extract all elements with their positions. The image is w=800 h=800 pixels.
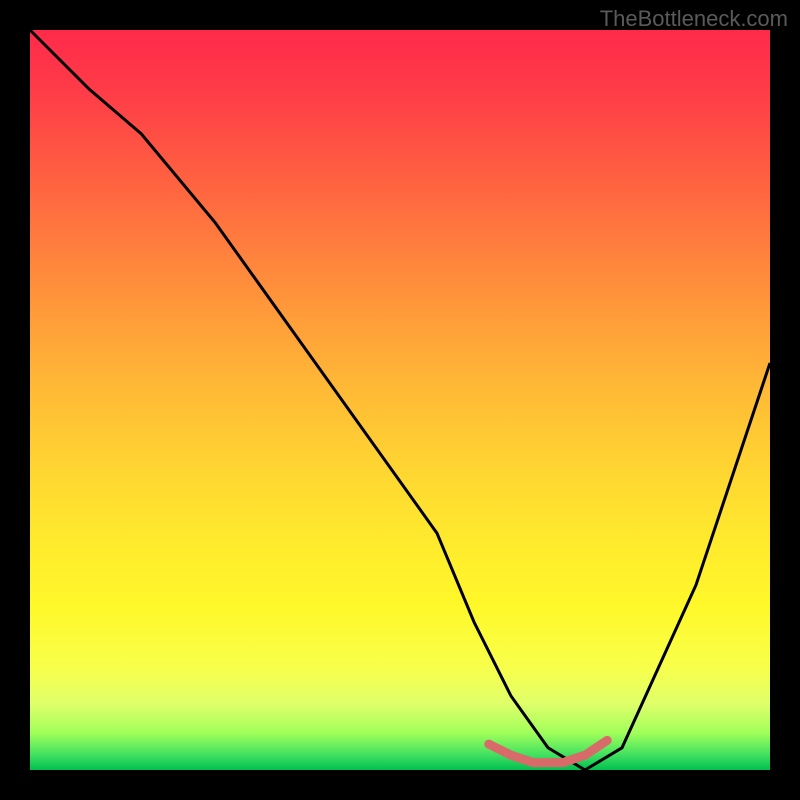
watermark-text: TheBottleneck.com: [600, 6, 788, 32]
bottleneck-chart: [30, 30, 770, 770]
optimal-range-highlight: [489, 740, 607, 762]
bottleneck-curve-line: [30, 30, 770, 770]
